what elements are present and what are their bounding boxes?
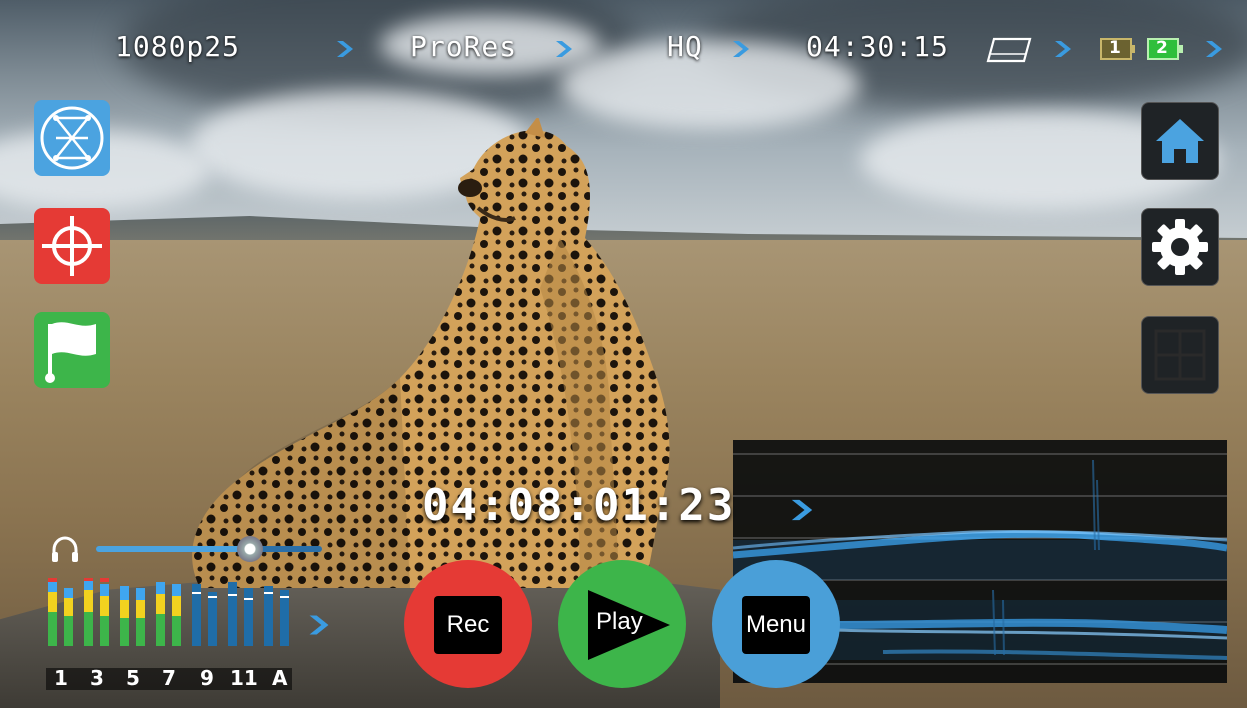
chevron-right-icon[interactable] — [1203, 38, 1225, 60]
focus-peaking-button[interactable] — [34, 100, 110, 176]
channel-label: A — [272, 666, 288, 690]
headphone-volume-slider[interactable] — [96, 536, 322, 562]
chevron-right-icon[interactable] — [788, 496, 816, 524]
audio-channel-labels: 1 3 5 7 9 11 A — [46, 666, 292, 690]
record-button-label: Rec — [446, 611, 490, 638]
chevron-right-icon[interactable] — [1052, 38, 1074, 60]
record-button-face: Rec — [434, 596, 502, 654]
volume-fill — [96, 546, 250, 552]
audio-level-meters[interactable] — [46, 578, 296, 646]
chevron-right-icon[interactable] — [334, 38, 356, 60]
home-icon — [1156, 119, 1204, 163]
timecode-display[interactable]: 04:08:01:23 — [422, 480, 735, 531]
channel-label: 11 — [230, 666, 258, 690]
chevron-right-icon[interactable] — [553, 38, 575, 60]
focus-peaking-icon — [40, 106, 104, 170]
channel-label: 1 — [54, 666, 68, 690]
battery-2-indicator[interactable]: 2 — [1147, 37, 1185, 61]
chevron-right-icon[interactable] — [730, 38, 752, 60]
play-button[interactable]: Play — [558, 560, 686, 688]
crosshair-button[interactable] — [34, 208, 110, 284]
channel-label: 5 — [126, 666, 140, 690]
flag-icon — [45, 322, 96, 383]
drive-icon — [986, 37, 1032, 63]
channel-label: 3 — [90, 666, 104, 690]
play-button-label: Play — [596, 608, 643, 635]
meter-channels — [48, 578, 289, 646]
battery-1-indicator[interactable]: 1 — [1100, 37, 1136, 61]
grid-icon — [1154, 329, 1206, 381]
menu-button[interactable]: Menu — [712, 560, 840, 688]
codec-label[interactable]: ProRes — [410, 30, 517, 63]
settings-button[interactable] — [1141, 208, 1219, 286]
record-time-remaining[interactable]: 04:30:15 — [806, 30, 949, 63]
crosshair-icon — [42, 216, 102, 276]
monitor-screen: 1080p25 ProRes HQ 04:30:15 1 2 04:08:01:… — [0, 0, 1247, 708]
record-button[interactable]: Rec — [404, 560, 532, 688]
resolution-label[interactable]: 1080p25 — [115, 30, 240, 63]
menu-button-label: Menu — [745, 611, 807, 638]
menu-button-face: Menu — [742, 596, 810, 654]
quality-label[interactable]: HQ — [667, 30, 703, 63]
settings-gear-icon — [1152, 219, 1208, 275]
flag-button[interactable] — [34, 312, 110, 388]
headphones-icon — [52, 536, 78, 562]
grid-button[interactable] — [1141, 316, 1219, 394]
chevron-right-icon[interactable] — [306, 612, 332, 638]
volume-slider-handle[interactable] — [236, 536, 263, 562]
home-button[interactable] — [1141, 102, 1219, 180]
channel-label: 7 — [162, 666, 176, 690]
battery-2-label: 2 — [1156, 38, 1168, 58]
channel-label: 9 — [200, 666, 214, 690]
battery-1-label: 1 — [1109, 38, 1121, 58]
